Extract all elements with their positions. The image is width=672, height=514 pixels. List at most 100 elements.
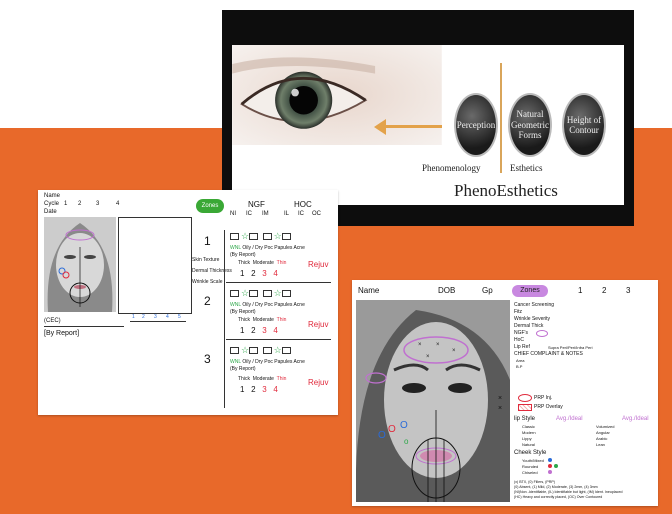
zone-number: 1: [578, 286, 583, 295]
lip-style-label: lip Style: [514, 416, 536, 422]
scale-line: [130, 321, 186, 322]
natural-geometric-forms-label: Natural Geometric Forms: [511, 109, 549, 141]
zones-badge: Zones: [512, 285, 548, 297]
cycle-number: 3: [96, 201, 100, 207]
checkbox-row: ☆ ☆: [230, 231, 293, 242]
rejuv-label: Rejuv: [308, 378, 329, 387]
lip-style-item: Angular: [596, 430, 610, 435]
column-code: IC: [298, 211, 304, 217]
scale-number: 1: [132, 314, 135, 320]
thickness-row: Thick Moderate Thin: [238, 260, 287, 266]
star-icon: ☆: [273, 288, 282, 298]
by-report-note: (By Report): [230, 252, 256, 258]
lip-style-item: Lippy: [522, 436, 532, 441]
natural-geometric-forms-circle: Natural Geometric Forms: [508, 93, 552, 157]
zone-number: 3: [204, 352, 211, 366]
lip-ref-options: Supra Peri/Peri/Infra Peri: [548, 345, 593, 350]
footnote: (x) BTX, (0) Fillers, (PRP): [514, 480, 555, 484]
svg-text:O: O: [378, 430, 386, 441]
dob-label: DOB: [438, 286, 456, 295]
column-code: IC: [246, 211, 252, 217]
arrow-head-icon: [374, 119, 386, 135]
zone-number: 2: [204, 294, 211, 308]
name-label: Name: [358, 286, 380, 295]
footnote: (NI)Non -Identifiable, (IL) Identifiable…: [514, 490, 623, 494]
star-icon: ☆: [273, 231, 282, 241]
phenoesthetics-slide: Perception Natural Geometric Forms Heigh…: [232, 45, 624, 205]
checkbox-row: ☆ ☆: [230, 345, 293, 356]
cheek-dot-icon: [554, 464, 558, 468]
notes-box: [118, 217, 192, 314]
svg-text:×: ×: [498, 405, 502, 412]
zones-divider: [224, 230, 225, 408]
scale-number: 4: [166, 314, 169, 320]
lip-style-item: Natural: [522, 442, 535, 447]
checklist-item: CHIEF COMPLAINT & NOTES: [514, 351, 583, 357]
zone-number: 1: [204, 234, 211, 248]
footnote: (0) Absent, (1) Mild, (2) Moderate, (3) …: [514, 485, 598, 489]
name-label: Name: [44, 193, 61, 199]
wnl-label: WNL Oily / Dry Poc Papules Acne: [230, 359, 305, 365]
checklist-item: Lip Ref: [514, 344, 530, 350]
checklist-item: Fitz: [514, 309, 523, 315]
lip-style-item: Modern: [522, 430, 536, 435]
ngf-oval-icon: [536, 330, 548, 337]
treatment-chart-card: Name DOB Gp Zones 1 2 3 × × × × O O O o …: [352, 280, 658, 506]
scale-row: 1 2 3 4: [240, 326, 278, 335]
lip-style-item: Classic: [522, 424, 535, 429]
arrow-icon: [382, 125, 442, 128]
side-label: Skin Texture: [192, 257, 220, 263]
prp-inj-label: PRP Inj.: [534, 395, 553, 401]
svg-text:×: ×: [418, 342, 422, 348]
zone-separator: [226, 282, 331, 283]
phenoesthetics-title: PhenoEsthetics: [454, 181, 558, 200]
checklist-item: Wrinkle Severity: [514, 316, 551, 322]
divider-line: [500, 63, 502, 173]
svg-text:o: o: [404, 437, 409, 446]
height-of-contour-label: Height of Contour: [566, 114, 602, 135]
scale-number: 2: [142, 314, 145, 320]
svg-text:O: O: [388, 424, 396, 435]
cheek-style-item: Chiseled: [522, 470, 538, 475]
esthetics-label: Esthetics: [510, 163, 543, 173]
column-code: NI: [230, 211, 236, 217]
cycle-number: 2: [78, 201, 82, 207]
checklist-item: NGF's: [514, 330, 529, 336]
face-photo: × × × × O O O o × ×: [356, 300, 510, 502]
thickness-row: Thick Moderate Thin: [238, 317, 287, 323]
notes-line: Area: [516, 358, 525, 363]
rejuv-label: Rejuv: [308, 260, 329, 269]
cheek-style-item: Rounded: [522, 464, 539, 469]
svg-text:×: ×: [452, 348, 456, 354]
checklist-item: Cancer Screening: [514, 302, 555, 308]
perception-label: Perception: [456, 119, 496, 130]
scale-row: 1 2 3 4: [240, 385, 278, 394]
cheek-dot-icon: [548, 464, 552, 468]
svg-text:×: ×: [436, 342, 440, 348]
lip-style-item: Volumized: [596, 424, 615, 429]
wnl-label: WNL Oily / Dry Poc Papules Acne: [230, 245, 305, 251]
cheek-dot-icon: [548, 458, 552, 462]
cec-underline: [44, 326, 124, 327]
scale-row: 1 2 3 4: [240, 269, 278, 278]
avg-ideal-label: Avg./Ideal: [556, 416, 583, 422]
face-diagram: [44, 217, 116, 312]
notes-line: B.P: [516, 364, 523, 369]
cheek-dot-icon: [548, 470, 552, 474]
zone-separator: [226, 339, 331, 340]
checklist-item: Dermal Thick: [514, 323, 544, 329]
lip-style-item: Lean: [596, 442, 605, 447]
zone-number: 3: [626, 286, 631, 295]
cycle-label: Cycle: [44, 201, 60, 207]
footnote: (HC) Heavy and correctly placed, (OC) Ov…: [514, 495, 603, 499]
star-icon: ☆: [241, 231, 250, 241]
phenomenology-label: Phenomenology: [422, 163, 481, 173]
column-code: IM: [262, 211, 269, 217]
wnl-label: WNL Oily / Dry Poc Papules Acne: [230, 302, 305, 308]
cycle-number: 4: [116, 201, 120, 207]
by-report-label: [By Report]: [44, 330, 80, 337]
cycle-number: 1: [64, 201, 68, 207]
cheek-style-item: Youth/Mixed: [522, 458, 544, 463]
cec-label: (CEC): [44, 318, 61, 324]
hoc-label: HOC: [294, 200, 312, 209]
